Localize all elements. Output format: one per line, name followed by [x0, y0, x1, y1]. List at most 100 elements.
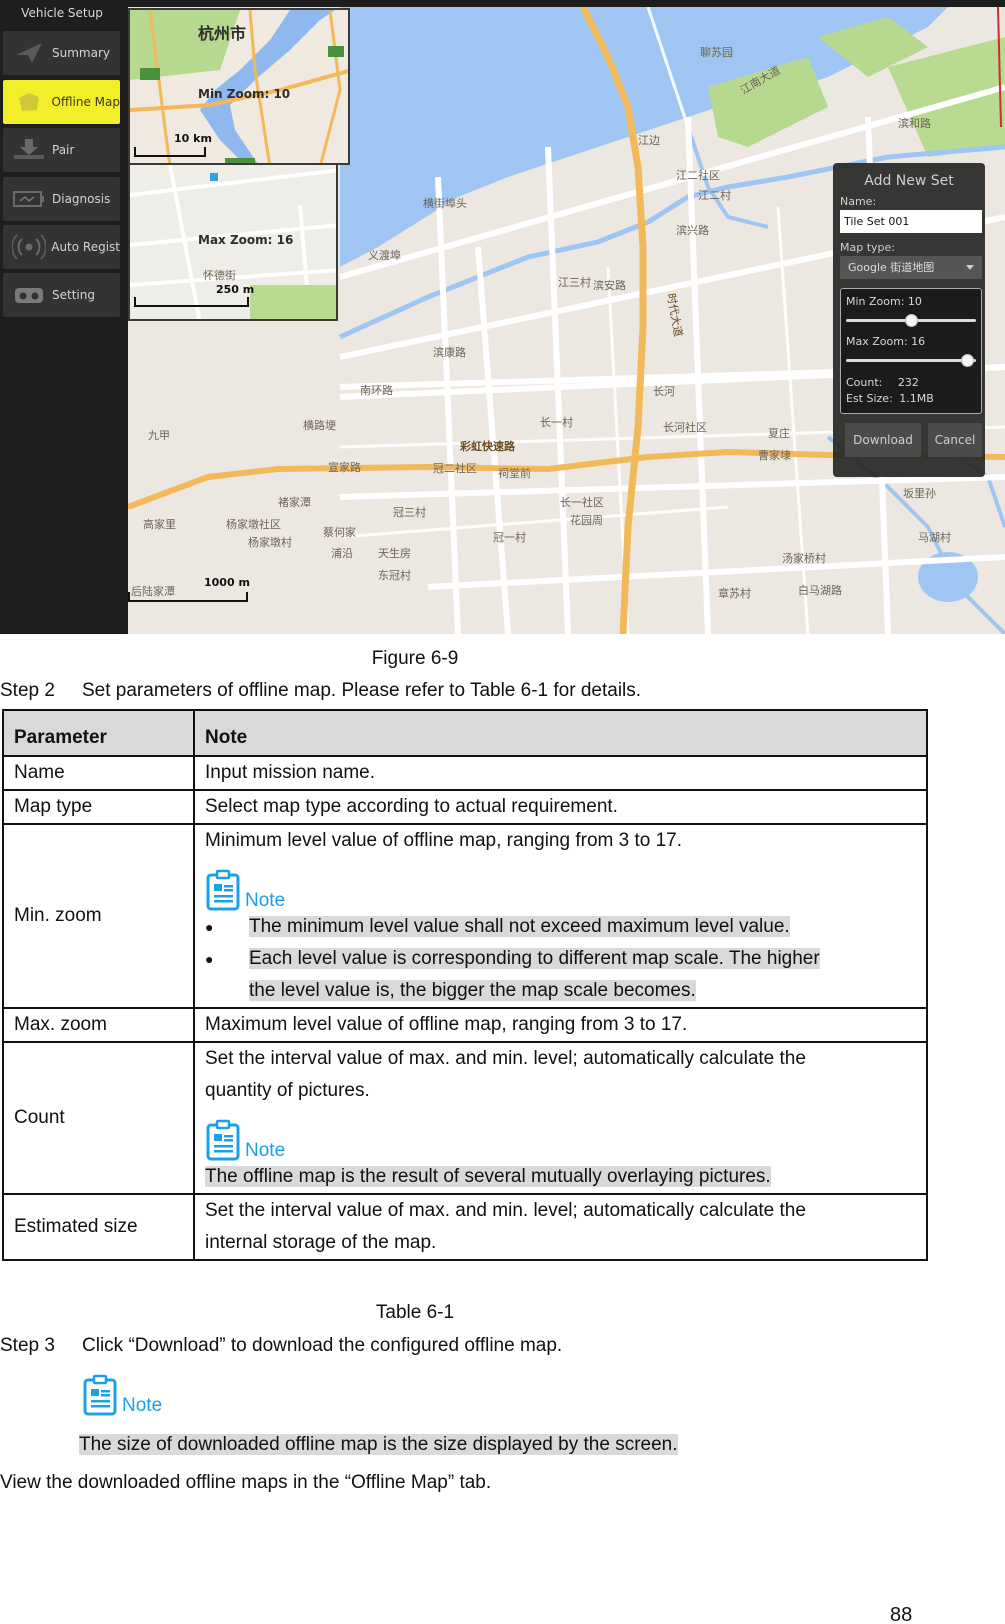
map-label: 九甲 — [148, 429, 170, 442]
map-label: 曹家埭 — [758, 449, 791, 462]
offline-map-screenshot: Vehicle Setup Summary Offline Map Pair D… — [0, 0, 1005, 634]
note-tip-text: The offline map is the result of several… — [205, 1166, 771, 1187]
page-number: 88 — [890, 1604, 913, 1624]
map-label: 长河 — [653, 385, 675, 398]
min-zoom-slider-handle[interactable] — [905, 314, 918, 327]
map-label: 东冠村 — [378, 569, 411, 582]
max-zoom-label: Max Zoom: 16 — [846, 335, 926, 348]
step-3: Step 3 Click “Download” to download the c… — [0, 1335, 562, 1357]
broadcast-icon — [9, 232, 48, 262]
map-label: 高家里 — [143, 518, 176, 531]
vehicle-setup-sidebar: Vehicle Setup Summary Offline Map Pair D… — [0, 0, 124, 634]
map-label: 马湖村 — [918, 531, 951, 544]
download-tray-icon — [9, 135, 49, 165]
map-label: 滨和路 — [898, 117, 931, 130]
map-label: 彩虹快速路 — [460, 440, 515, 453]
sidebar-item-pair[interactable]: Pair — [3, 128, 120, 172]
map-label: 江边 — [638, 134, 660, 147]
step-text: Set parameters of offline map. Please re… — [82, 680, 642, 701]
map-label: 冠三村 — [393, 506, 426, 519]
map-label: 蔡何家 — [323, 526, 356, 539]
map-type-label: Map type: — [840, 241, 895, 254]
sidebar-item-label: Pair — [52, 143, 75, 157]
parameter-table: Parameter Note Name Input mission name. … — [2, 709, 928, 1261]
cancel-button[interactable]: Cancel — [928, 423, 982, 457]
note-text: internal storage of the map. — [205, 1232, 437, 1253]
map-icon — [9, 87, 48, 117]
param-cell: Min. zoom — [2, 823, 195, 1009]
note-clipboard-icon — [205, 869, 241, 911]
map-label: 夏庄 — [768, 427, 790, 440]
city-label: 杭州市 — [198, 24, 247, 43]
step-number: Step 2 — [0, 680, 55, 701]
count-label: Count: — [846, 376, 883, 389]
name-input[interactable] — [840, 210, 982, 233]
step3-note-heading: Note — [82, 1372, 162, 1416]
note-cell: Set the interval value of max. and min. … — [193, 1041, 928, 1195]
map-label: 横街埠头 — [423, 197, 467, 210]
min-zoom-preview-label: Min Zoom: 10 — [198, 87, 291, 101]
note-label: Note — [245, 1140, 286, 1161]
max-zoom-slider-handle[interactable] — [960, 354, 974, 367]
count-readout: Count: 232 — [846, 376, 919, 389]
table-row: Min. zoom Minimum level value of offline… — [2, 823, 928, 1009]
controller-icon — [9, 280, 49, 310]
note-cell: Input mission name. — [193, 755, 928, 791]
sidebar-item-summary[interactable]: Summary — [3, 31, 120, 75]
table-row: Count Set the interval value of max. and… — [2, 1041, 928, 1195]
scale-bar — [134, 297, 249, 307]
sidebar-item-label: Diagnosis — [52, 192, 111, 206]
note-cell: Select map type according to actual requ… — [193, 789, 928, 825]
map-label: 宣家路 — [328, 461, 361, 474]
map-label: 章苏村 — [718, 587, 751, 600]
step3-note-text-wrap: The size of downloaded offline map is th… — [79, 1434, 678, 1456]
sidebar-item-offline-map[interactable]: Offline Map — [3, 80, 120, 124]
note-text: Minimum level value of offline map, rang… — [205, 830, 682, 851]
step-2: Step 2 Set parameters of offline map. Ple… — [0, 680, 641, 702]
map-label: 江二村 — [698, 189, 731, 202]
param-cell: Name — [2, 755, 195, 791]
note-cell: Maximum level value of offline map, rang… — [193, 1007, 928, 1043]
sidebar-item-auto-regist[interactable]: Auto Regist — [3, 225, 120, 269]
map-label: 杨家墩村 — [248, 536, 292, 549]
scale-text: 10 km — [174, 132, 212, 145]
map-label: 祠堂前 — [498, 467, 531, 480]
step-text: Click “Download” to download the configu… — [82, 1335, 563, 1356]
map-label: 坂里孙 — [903, 487, 936, 500]
min-zoom-slider[interactable] — [846, 314, 976, 327]
sidebar-item-diagnosis[interactable]: Diagnosis — [3, 177, 120, 221]
note-text: Set the interval value of max. and min. … — [205, 1048, 806, 1069]
zoom-settings-panel: Min Zoom: 10 Max Zoom: 16 Count: 232 Est… — [840, 288, 982, 414]
map-label: 白马湖路 — [798, 584, 842, 597]
closing-text: View the downloaded offline maps in the … — [0, 1472, 492, 1493]
table-caption: Table 6-1 — [375, 1302, 455, 1323]
dialog-title: Add New Set — [864, 173, 954, 189]
map-type-select[interactable]: Google 街道地图 — [840, 256, 982, 279]
table-row: Estimated size Set the interval value of… — [2, 1193, 928, 1261]
param-cell: Count — [2, 1041, 195, 1195]
note-label: Note — [122, 1395, 163, 1416]
note-text: Set the interval value of max. and min. … — [205, 1200, 806, 1221]
note-bullet: ● Each level value is corresponding to di… — [205, 943, 916, 1007]
bullet-text: Each level value is corresponding to dif… — [249, 948, 820, 969]
step3-note-text: The size of downloaded offline map is th… — [79, 1434, 678, 1455]
max-zoom-slider[interactable] — [846, 354, 976, 367]
param-cell: Estimated size — [2, 1193, 195, 1261]
map-scale-bar — [128, 592, 248, 602]
map-label: 聊苏园 — [700, 46, 733, 59]
note-heading: Note — [205, 861, 916, 911]
map-label: 长一社区 — [560, 496, 604, 509]
min-zoom-preview: 杭州市 Min Zoom: 10 10 km — [128, 8, 350, 165]
map-label: 长河社区 — [663, 421, 707, 434]
column-header: Parameter — [2, 709, 195, 757]
battery-pulse-icon — [9, 184, 49, 214]
map-label: 江三村 — [558, 276, 591, 289]
note-clipboard-icon — [82, 1374, 118, 1416]
paper-plane-icon — [9, 38, 49, 68]
param-cell: Map type — [2, 789, 195, 825]
sidebar-item-setting[interactable]: Setting — [3, 273, 120, 317]
download-button[interactable]: Download — [845, 423, 921, 457]
min-zoom-label: Min Zoom: 10 — [846, 295, 922, 308]
note-cell: Minimum level value of offline map, rang… — [193, 823, 928, 1009]
map-label: 江二社区 — [676, 169, 720, 182]
